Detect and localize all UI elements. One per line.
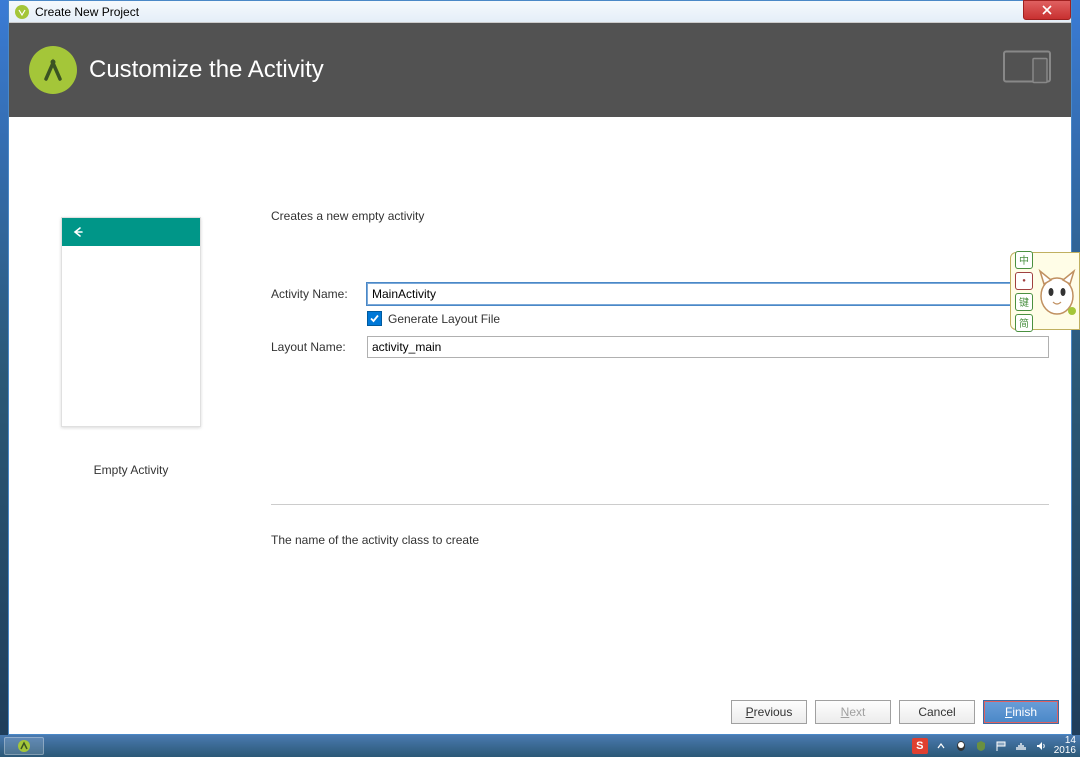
ime-badge-2[interactable]: ● bbox=[1015, 272, 1033, 290]
ime-mascot-icon bbox=[1037, 266, 1077, 316]
tray-wifi-icon[interactable] bbox=[1014, 739, 1028, 753]
wizard-title: Customize the Activity bbox=[89, 56, 324, 84]
back-arrow-icon bbox=[70, 225, 84, 239]
activity-preview bbox=[61, 217, 201, 427]
tray-sogou-icon[interactable]: S bbox=[912, 738, 928, 754]
preview-appbar bbox=[62, 218, 200, 246]
form-subtitle: Creates a new empty activity bbox=[271, 209, 1049, 223]
tray-shield-icon[interactable] bbox=[974, 739, 988, 753]
ime-badge-1[interactable]: 中 bbox=[1015, 251, 1033, 269]
preview-label: Empty Activity bbox=[94, 463, 169, 477]
app-icon bbox=[14, 4, 30, 20]
form-column: Creates a new empty activity Activity Na… bbox=[271, 147, 1049, 724]
finish-button[interactable]: Finish bbox=[983, 700, 1059, 724]
taskbar: S 14 2016 bbox=[0, 735, 1080, 757]
next-button: Next bbox=[815, 700, 891, 724]
ime-popup[interactable]: 中 ● 键 简 bbox=[1010, 252, 1080, 330]
button-row: Previous Next Cancel Finish bbox=[731, 700, 1059, 724]
device-icon bbox=[1003, 51, 1051, 90]
wizard-header: Customize the Activity bbox=[9, 23, 1071, 117]
cancel-button[interactable]: Cancel bbox=[899, 700, 975, 724]
ime-badge-3[interactable]: 键 bbox=[1015, 293, 1033, 311]
android-studio-logo bbox=[29, 46, 77, 94]
activity-name-input[interactable] bbox=[367, 283, 1049, 305]
generate-layout-checkbox[interactable] bbox=[367, 311, 382, 326]
layout-name-label: Layout Name: bbox=[271, 340, 367, 354]
generate-layout-label: Generate Layout File bbox=[388, 312, 500, 326]
titlebar: Create New Project bbox=[9, 1, 1071, 23]
activity-name-label: Activity Name: bbox=[271, 287, 367, 301]
tray-up-icon[interactable] bbox=[934, 739, 948, 753]
layout-name-input[interactable] bbox=[367, 336, 1049, 358]
preview-column: Empty Activity bbox=[31, 147, 231, 724]
tray-flag-icon[interactable] bbox=[994, 739, 1008, 753]
tray-clock[interactable]: 14 2016 bbox=[1054, 736, 1076, 756]
tray-qq-icon[interactable] bbox=[954, 739, 968, 753]
tray-volume-icon[interactable] bbox=[1034, 739, 1048, 753]
ime-badge-4[interactable]: 简 bbox=[1015, 314, 1033, 332]
wizard-content: Empty Activity Creates a new empty activ… bbox=[9, 117, 1071, 734]
system-tray: S 14 2016 bbox=[912, 736, 1076, 756]
close-button[interactable] bbox=[1023, 0, 1071, 20]
previous-button[interactable]: Previous bbox=[731, 700, 807, 724]
taskbar-app-button[interactable] bbox=[4, 737, 44, 755]
window-title: Create New Project bbox=[35, 5, 139, 19]
hint-text: The name of the activity class to create bbox=[271, 505, 1049, 607]
dialog-window: Create New Project Customize the Activit… bbox=[8, 0, 1072, 735]
